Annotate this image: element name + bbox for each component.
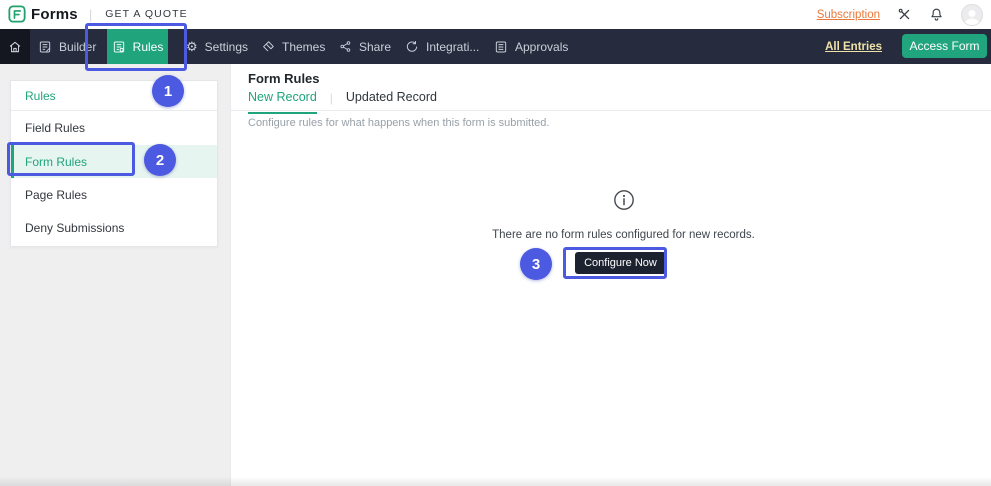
all-entries-link[interactable]: All Entries — [825, 29, 882, 64]
tab-share[interactable]: Share — [339, 29, 391, 64]
sidebar-item-deny-submissions[interactable]: Deny Submissions — [11, 211, 217, 244]
all-entries-label: All Entries — [825, 40, 882, 53]
rules-description: Configure rules for what happens when th… — [248, 117, 550, 129]
tab-integrations-label: Integrati... — [426, 39, 480, 54]
configure-now-button[interactable]: Configure Now — [575, 252, 666, 274]
info-icon — [613, 189, 635, 216]
access-form-button[interactable]: Access Form — [902, 34, 987, 58]
topbar-separator: | — [88, 6, 93, 22]
tab-builder[interactable]: Builder — [38, 29, 96, 64]
tab-approvals[interactable]: Approvals — [494, 29, 568, 64]
tab-themes[interactable]: Themes — [261, 29, 325, 64]
empty-state: There are no form rules configured for n… — [231, 189, 991, 241]
sidebar-item-page-rules[interactable]: Page Rules — [11, 178, 217, 211]
home-icon[interactable] — [0, 29, 30, 64]
settings-gear-icon: ⚙ — [186, 39, 198, 54]
top-bar: Forms | GET A QUOTE Subscription — [0, 0, 991, 29]
empty-state-message: There are no form rules configured for n… — [492, 229, 755, 241]
builder-icon — [39, 41, 51, 52]
left-pane: Rules Field Rules Form Rules Page Rules … — [0, 64, 230, 486]
user-avatar[interactable] — [961, 3, 983, 26]
integrations-icon — [406, 40, 418, 52]
tab-updated-record[interactable]: Updated Record — [346, 90, 437, 112]
app-window: Forms | GET A QUOTE Subscription Builder… — [0, 0, 991, 486]
tab-settings-label: Settings — [204, 39, 249, 54]
tab-separator: | — [329, 91, 333, 105]
approvals-icon — [495, 41, 507, 52]
form-nav-bar: Builder Rules ⚙ Settings Themes Share In… — [0, 29, 991, 64]
sidebar-item-form-rules[interactable]: Form Rules — [11, 145, 217, 178]
tab-rules-label: Rules — [132, 39, 164, 54]
page-title: Form Rules — [248, 71, 320, 86]
form-rules-panel: Form Rules New Record | Updated Record C… — [230, 64, 991, 486]
sidebar-header-rules: Rules — [11, 81, 217, 111]
rules-sidebar: Rules Field Rules Form Rules Page Rules … — [10, 80, 218, 247]
form-title[interactable]: GET A QUOTE — [105, 8, 188, 20]
tab-settings[interactable]: ⚙ Settings — [186, 29, 248, 64]
tab-builder-label: Builder — [59, 39, 97, 54]
tab-share-label: Share — [359, 39, 392, 54]
tab-themes-label: Themes — [282, 39, 326, 54]
themes-icon — [263, 40, 274, 51]
sidebar-item-field-rules[interactable]: Field Rules — [11, 111, 217, 145]
tab-approvals-label: Approvals — [515, 39, 569, 54]
brand-name: Forms — [31, 5, 78, 23]
subscription-link[interactable]: Subscription — [817, 9, 880, 21]
share-icon — [340, 41, 351, 52]
rules-icon — [113, 41, 124, 52]
tab-rules[interactable]: Rules — [107, 29, 168, 64]
notifications-bell-icon[interactable] — [929, 7, 944, 22]
tools-icon[interactable] — [897, 7, 912, 22]
tabs-divider — [231, 110, 991, 111]
forms-logo-icon — [8, 5, 26, 23]
tab-integrations[interactable]: Integrati... — [405, 29, 479, 64]
